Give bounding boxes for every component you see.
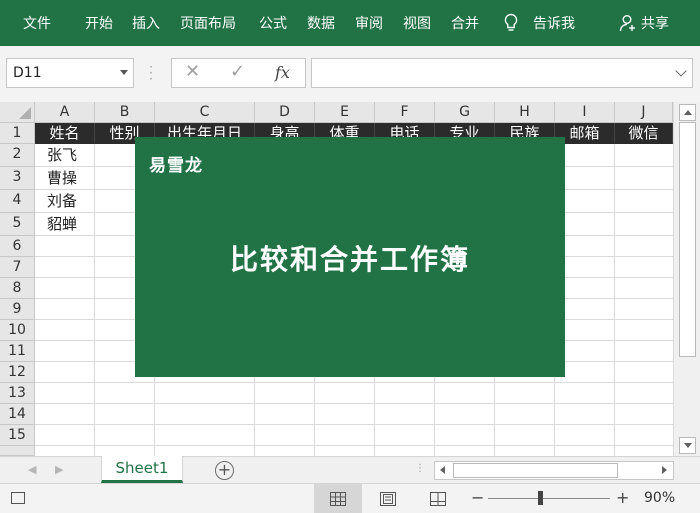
page-layout-view-button[interactable] — [364, 484, 412, 513]
banner-logo: 易雪龙 — [149, 156, 203, 176]
tell-me-box[interactable]: 告诉我 — [503, 0, 575, 46]
zoom-level[interactable]: 90% — [644, 490, 675, 506]
add-sheet-icon[interactable]: + — [215, 461, 234, 480]
tab-view[interactable]: 视图 — [403, 0, 431, 46]
page-layout-view-icon — [380, 492, 396, 506]
tab-split-handle-icon[interactable]: ⋮ — [415, 463, 425, 474]
person-icon — [619, 15, 635, 32]
sheet-tab-sheet1[interactable]: Sheet1 — [101, 456, 183, 483]
name-box[interactable]: D11 — [6, 58, 134, 88]
cancel-icon[interactable]: ✕ — [185, 61, 200, 82]
formula-buttons: ✕ ✓ fx — [171, 58, 306, 88]
title-banner: 易雪龙 比较和合并工作簿 — [135, 137, 565, 377]
arrow-down-icon — [684, 443, 692, 448]
prev-sheet-icon[interactable]: ◀ — [28, 463, 36, 476]
tab-formulas[interactable]: 公式 — [259, 0, 287, 46]
enter-icon[interactable]: ✓ — [230, 61, 245, 82]
tab-page-layout[interactable]: 页面布局 — [180, 0, 236, 46]
resize-handle-icon[interactable]: · · · — [148, 61, 154, 85]
horizontal-scroll-thumb[interactable] — [453, 463, 618, 478]
tab-merge[interactable]: 合并 — [451, 0, 479, 46]
zoom-slider[interactable] — [488, 498, 610, 499]
share-button[interactable]: 共享 — [619, 0, 669, 46]
expand-formula-icon[interactable] — [675, 65, 687, 77]
tab-insert[interactable]: 插入 — [132, 0, 160, 46]
formula-bar: D11 · · · ✕ ✓ fx — [0, 46, 700, 102]
formula-input[interactable] — [311, 58, 693, 88]
share-label: 共享 — [641, 16, 669, 32]
scroll-up-button[interactable] — [679, 104, 696, 121]
scroll-right-button[interactable] — [656, 463, 672, 478]
ribbon-tab-bar: 文件 开始 插入 页面布局 公式 数据 审阅 视图 合并 告诉我 共享 — [0, 0, 700, 46]
vertical-scroll-thumb[interactable] — [679, 122, 696, 357]
zoom-in-button[interactable]: + — [616, 488, 629, 507]
name-box-value: D11 — [13, 65, 42, 81]
tab-review[interactable]: 审阅 — [355, 0, 383, 46]
macro-record-icon[interactable] — [11, 492, 25, 504]
insert-function-icon[interactable]: fx — [275, 63, 290, 82]
scroll-left-button[interactable] — [436, 463, 452, 478]
zoom-out-button[interactable]: − — [471, 488, 484, 507]
tab-data[interactable]: 数据 — [307, 0, 335, 46]
normal-view-icon — [330, 492, 346, 506]
sheet-tab-bar: ◀ ▶ Sheet1 + ⋮ — [0, 456, 700, 483]
arrow-right-icon — [662, 466, 667, 474]
tab-home[interactable]: 开始 — [85, 0, 113, 46]
banner-title: 比较和合并工作簿 — [229, 243, 470, 276]
tab-file[interactable]: 文件 — [23, 0, 51, 46]
normal-view-button[interactable] — [314, 484, 362, 513]
horizontal-scrollbar[interactable] — [434, 461, 674, 480]
lightbulb-icon — [504, 13, 518, 31]
page-break-view-button[interactable] — [414, 484, 462, 513]
page-break-view-icon — [430, 492, 446, 506]
zoom-slider-thumb[interactable] — [538, 491, 543, 505]
next-sheet-icon[interactable]: ▶ — [55, 463, 63, 476]
arrow-left-icon — [440, 466, 445, 474]
status-bar: − + 90% — [0, 483, 700, 513]
arrow-up-icon — [684, 110, 692, 115]
chevron-down-icon[interactable] — [120, 70, 128, 75]
tell-me-label: 告诉我 — [533, 16, 575, 32]
scroll-down-button[interactable] — [679, 437, 696, 454]
vertical-scrollbar[interactable] — [673, 102, 700, 456]
